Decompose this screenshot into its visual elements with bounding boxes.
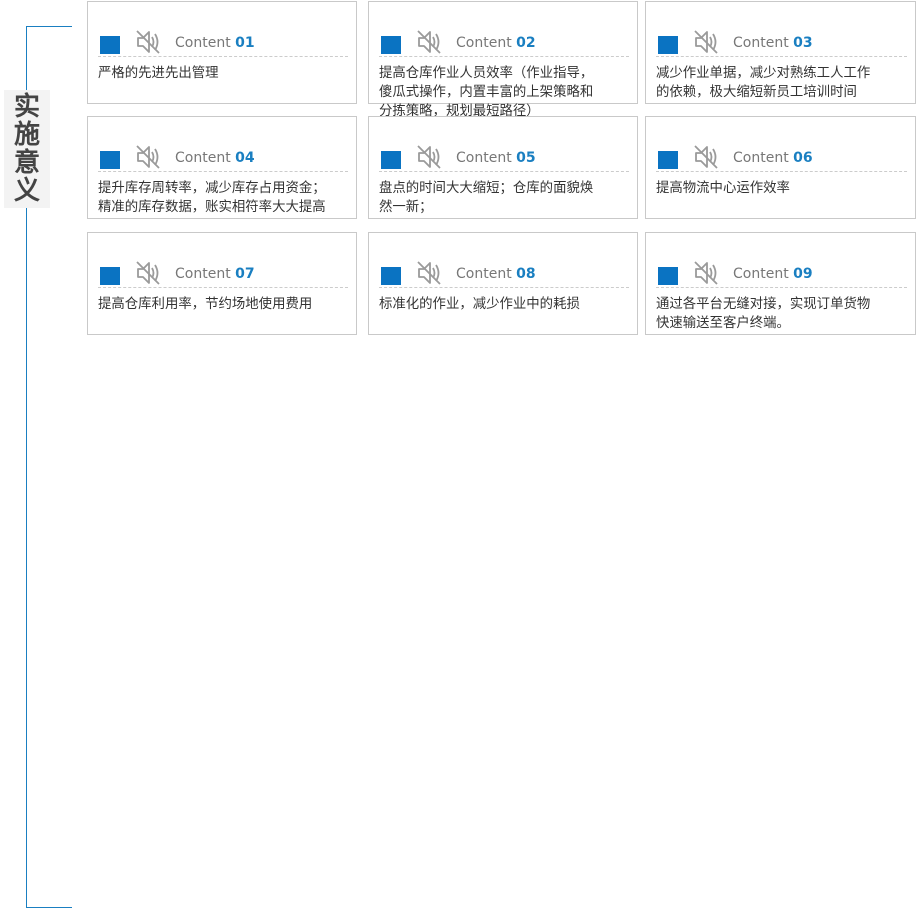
content-card: Content 06 提高物流中心运作效率 xyxy=(645,116,916,219)
card-number: 08 xyxy=(516,266,536,282)
card-number: 01 xyxy=(235,35,255,51)
card-number: 07 xyxy=(235,266,255,282)
card-label: Content 07 xyxy=(175,266,255,282)
card-number: 09 xyxy=(793,266,813,282)
blue-square-icon xyxy=(100,151,120,169)
blue-square-icon xyxy=(658,151,678,169)
card-label-prefix: Content xyxy=(733,266,789,282)
card-description: 提高物流中心运作效率 xyxy=(656,181,790,196)
content-card: Content 01 严格的先进先出管理 xyxy=(87,1,357,104)
speaker-mute-icon xyxy=(134,259,162,287)
bracket-bottom xyxy=(26,907,72,908)
content-card: Content 03 减少作业单据，减少对熟练工人工作 的依赖，极大缩短新员工培训… xyxy=(645,1,916,104)
card-label: Content 09 xyxy=(733,266,813,282)
card-label-prefix: Content xyxy=(175,266,231,282)
card-label: Content 01 xyxy=(175,35,255,51)
card-label-prefix: Content xyxy=(456,150,512,166)
speaker-mute-icon xyxy=(134,28,162,56)
card-label-prefix: Content xyxy=(733,150,789,166)
card-number: 05 xyxy=(516,150,536,166)
content-card: Content 04 提升库存周转率，减少库存占用资金； 精准的库存数据，账实相符… xyxy=(87,116,357,219)
card-label: Content 08 xyxy=(456,266,536,282)
card-label-prefix: Content xyxy=(456,266,512,282)
content-card: Content 02 提高仓库作业人员效率（作业指导， 傻瓜式操作，内置丰富的上架… xyxy=(368,1,638,119)
section-title-char: 意 xyxy=(13,148,40,178)
card-label: Content 03 xyxy=(733,35,813,51)
card-number: 06 xyxy=(793,150,813,166)
content-card: Content 08 标准化的作业，减少作业中的耗损 xyxy=(368,232,638,335)
card-description: 严格的先进先出管理 xyxy=(98,66,219,81)
card-label-prefix: Content xyxy=(175,35,231,51)
card-label: Content 02 xyxy=(456,35,536,51)
section-title-char: 施 xyxy=(13,120,40,150)
blue-square-icon xyxy=(658,267,678,285)
blue-square-icon xyxy=(100,267,120,285)
blue-square-icon xyxy=(381,267,401,285)
card-header: Content 07 xyxy=(98,261,348,288)
speaker-mute-icon xyxy=(692,28,720,56)
section-title: 实 施 意 义 xyxy=(4,90,50,208)
card-label: Content 04 xyxy=(175,150,255,166)
card-header: Content 08 xyxy=(379,261,629,288)
card-header: Content 04 xyxy=(98,145,348,172)
card-number: 02 xyxy=(516,35,536,51)
card-number: 04 xyxy=(235,150,255,166)
card-number: 03 xyxy=(793,35,813,51)
card-header: Content 09 xyxy=(656,261,907,288)
speaker-mute-icon xyxy=(692,259,720,287)
card-header: Content 06 xyxy=(656,145,907,172)
content-card: Content 05 盘点的时间大大缩短；仓库的面貌焕 然一新； xyxy=(368,116,638,219)
speaker-mute-icon xyxy=(415,143,443,171)
card-header: Content 03 xyxy=(656,30,907,57)
card-header: Content 01 xyxy=(98,30,348,57)
content-card: Content 07 提高仓库利用率，节约场地使用费用 xyxy=(87,232,357,335)
card-label-prefix: Content xyxy=(175,150,231,166)
card-description: 盘点的时间大大缩短；仓库的面貌焕 然一新； xyxy=(379,181,594,215)
section-title-char: 义 xyxy=(13,176,40,206)
speaker-mute-icon xyxy=(692,143,720,171)
bracket-top xyxy=(26,26,72,27)
section-title-char: 实 xyxy=(13,92,40,122)
card-description: 通过各平台无缝对接，实现订单货物 快速输送至客户终端。 xyxy=(656,297,871,331)
card-description: 标准化的作业，减少作业中的耗损 xyxy=(379,297,580,312)
card-description: 提升库存周转率，减少库存占用资金； 精准的库存数据，账实相符率大大提高 xyxy=(98,181,326,215)
card-label: Content 05 xyxy=(456,150,536,166)
content-card: Content 09 通过各平台无缝对接，实现订单货物 快速输送至客户终端。 xyxy=(645,232,916,335)
card-description: 提高仓库利用率，节约场地使用费用 xyxy=(98,297,313,312)
speaker-mute-icon xyxy=(415,259,443,287)
card-label: Content 06 xyxy=(733,150,813,166)
card-description: 减少作业单据，减少对熟练工人工作 的依赖，极大缩短新员工培训时间 xyxy=(656,66,871,100)
card-header: Content 05 xyxy=(379,145,629,172)
card-label-prefix: Content xyxy=(733,35,789,51)
blue-square-icon xyxy=(100,36,120,54)
card-header: Content 02 xyxy=(379,30,629,57)
blue-square-icon xyxy=(381,151,401,169)
blue-square-icon xyxy=(381,36,401,54)
card-description: 提高仓库作业人员效率（作业指导， 傻瓜式操作，内置丰富的上架策略和 分拣策略，规… xyxy=(379,66,594,119)
card-label-prefix: Content xyxy=(456,35,512,51)
speaker-mute-icon xyxy=(415,28,443,56)
blue-square-icon xyxy=(658,36,678,54)
speaker-mute-icon xyxy=(134,143,162,171)
